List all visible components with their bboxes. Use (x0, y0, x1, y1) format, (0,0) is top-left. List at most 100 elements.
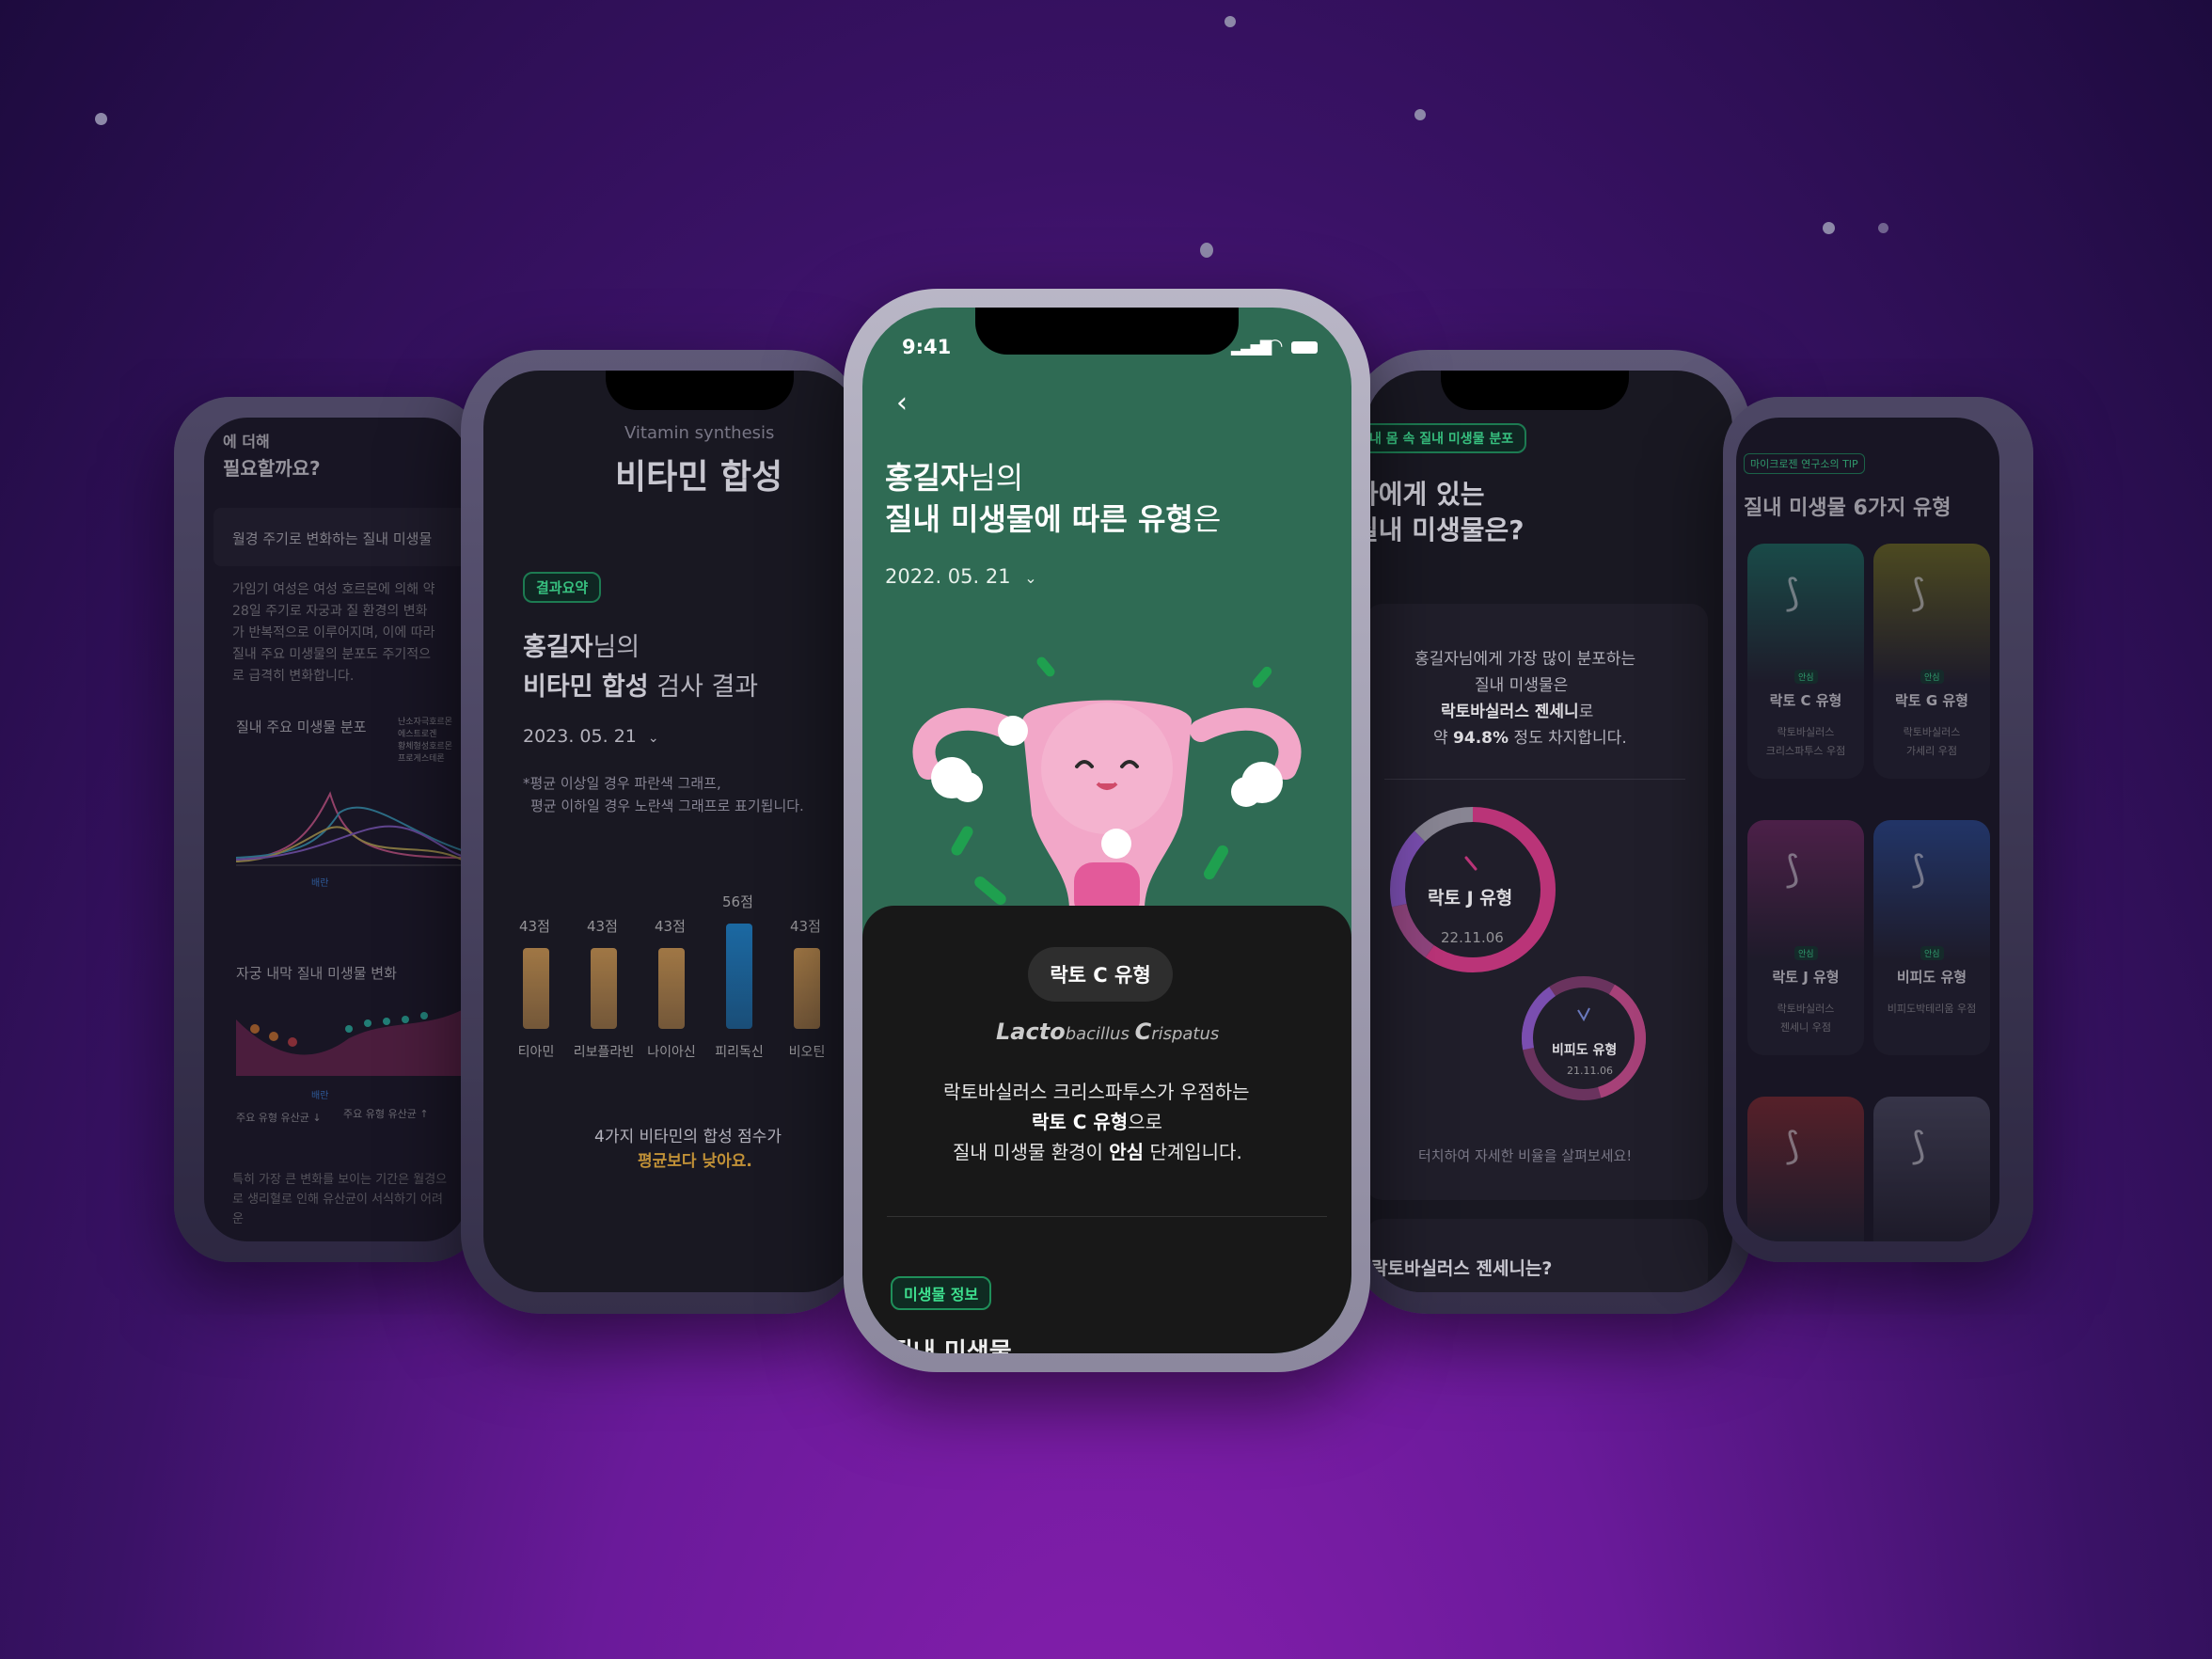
type-card[interactable]: ⟆ 안심락토 J 유형락토바실러스젠세니 우점 (1747, 820, 1864, 1055)
legend-item: 난소자극호르몬 (398, 718, 452, 727)
type-card[interactable]: ⟆ 안심 락토 G 유형 락토바실러스 가세리 우점 (1873, 544, 1990, 779)
left-user-line: 홍길자님의 (523, 626, 640, 663)
left-user-suffix: 님의 (592, 633, 640, 662)
right-divider (1384, 779, 1685, 780)
type-card-desc: 락토바실러스 (1903, 726, 1961, 738)
type-card[interactable]: ⟆ 안심 락토 C 유형 락토바실러스 크리스파투스 우점 (1747, 544, 1864, 779)
far-left-chart1-x-label: 배란 (311, 878, 329, 889)
scientific-c: C (1134, 1019, 1152, 1045)
center-user-suffix: 님의 (968, 460, 1024, 496)
microbe-icon: ⟆ (1911, 572, 1926, 615)
chart-category-label: 티아민 (517, 1045, 555, 1060)
microbe-icon: ⟆ (1785, 572, 1800, 615)
far-left-chart2-title: 자궁 내막 질내 미생물 변화 (236, 965, 397, 982)
uterus-character-illustration (912, 656, 1302, 909)
type-card-title: 락토 C 유형 (1769, 692, 1842, 709)
far-left-screen: 에 더해 필요할까요? 월경 주기로 변화하는 질내 미생물 가임기 여성은 여… (204, 418, 467, 1241)
type-card-tag: 안심 (1794, 946, 1818, 960)
left-result-bold: 비타민 합성 (523, 672, 649, 702)
right-screen: 내 몸 속 질내 미생물 분포 나에게 있는 질내 미생물은? 홍길자님에게 가… (1366, 371, 1732, 1292)
wifi-icon: ◠ (1267, 334, 1284, 356)
type-card-title: 락토 G 유형 (1895, 692, 1968, 709)
right-hint: 터치하여 자세한 비율을 살펴보세요! (1418, 1147, 1633, 1164)
type-card-tag: 안심 (1920, 946, 1944, 960)
background-star (1878, 223, 1888, 233)
left-date-selector[interactable]: 2023. 05. 21 ⌄ (523, 726, 659, 747)
background-star (1823, 222, 1835, 234)
chart-bar (591, 948, 617, 1029)
desc-line-3: 질내 미생물 환경이 안심 단계입니다. (953, 1137, 1242, 1164)
far-left-legend-up: 주요 유형 유산균 ↑ (343, 1108, 429, 1120)
far-left-chart1-legend: 난소자극호르몬 에스트로겐 황체형성호르몬 프로게스테론 (398, 717, 452, 766)
type-card-title: 락토 J 유형 (1772, 969, 1840, 986)
desc-line-2: 락토 C 유형으로 (1032, 1107, 1162, 1134)
center-title-line: 질내 미생물에 따른 유형은 (885, 496, 1221, 539)
center-divider (887, 1216, 1327, 1217)
center-date: 2022. 05. 21 (885, 565, 1011, 588)
type-card-desc: 젠세니 우점 (1779, 1021, 1832, 1034)
microbe-icon: ⟆ (1911, 848, 1926, 892)
scientific-bacillus: bacillus (1065, 1024, 1135, 1044)
chart-value-label: 43점 (519, 918, 550, 935)
center-title-suffix: 은 (1193, 501, 1222, 537)
right-desc-2: 질내 미생물은 (1475, 676, 1569, 695)
left-note-2: 평균 이하일 경우 노란색 그래프로 표기됩니다. (530, 798, 804, 814)
center-cutoff-text: 질내 미생물 (891, 1338, 1012, 1353)
left-date: 2023. 05. 21 (523, 726, 637, 747)
far-right-phone: 마이크로젠 연구소의 TIP 질내 미생물 6가지 유형 ⟆ 안심 락토 C 유형 락… (1723, 397, 2033, 1262)
type-card-desc: 크리스파투스 우점 (1765, 745, 1846, 757)
donut-chart-bifido[interactable] (1518, 972, 1650, 1104)
chart-category-label: 리보플라빈 (573, 1045, 635, 1060)
result-summary-badge: 결과요약 (523, 572, 602, 603)
far-left-legend-down: 주요 유형 유산균 ↓ (236, 1112, 322, 1124)
right-bottom-heading: 락토바실러스 젠세니는? (1371, 1258, 1553, 1279)
center-user-line: 홍길자님의 (885, 454, 1023, 498)
background-star (1200, 243, 1213, 258)
right-desc-4-prefix: 약 (1433, 729, 1454, 748)
type-card[interactable]: ⟆ (1747, 1097, 1864, 1241)
far-right-tag: 마이크로젠 연구소의 TIP (1744, 453, 1865, 474)
chevron-down-icon: ⌄ (1024, 569, 1037, 587)
back-arrow-icon[interactable]: ‹ (896, 387, 908, 419)
legend-item: 프로게스테론 (398, 754, 445, 764)
desc-line-3-suffix: 단계입니다. (1144, 1141, 1242, 1163)
right-notch (1441, 371, 1629, 410)
far-right-screen: 마이크로젠 연구소의 TIP 질내 미생물 6가지 유형 ⟆ 안심 락토 C 유형 락… (1736, 418, 1999, 1241)
far-left-section-title: 월경 주기로 변화하는 질내 미생물 (232, 530, 433, 547)
battery-icon (1291, 341, 1318, 354)
chart-value-label: 43점 (655, 918, 686, 935)
far-left-heading-partial: 에 더해 (223, 433, 270, 450)
left-user-name: 홍길자 (523, 633, 593, 662)
microbe-info-badge: 미생물 정보 (891, 1276, 992, 1310)
type-card-desc: 락토바실러스 (1777, 1003, 1835, 1015)
left-title: 비타민 합성 (615, 458, 783, 497)
right-desc-4: 약 94.8% 정도 차지합니다. (1433, 724, 1627, 748)
right-desc-1: 홍길자님에게 가장 많이 분포하는 (1414, 650, 1636, 669)
far-right-heading: 질내 미생물 6가지 유형 (1744, 497, 1951, 520)
desc-line-3-prefix: 질내 미생물 환경이 (953, 1141, 1110, 1163)
microbe-icon: ⟆ (1785, 1125, 1800, 1168)
donut2-label: 비피도 유형 (1552, 1043, 1618, 1058)
left-summary-2: 평균보다 낮아요. (638, 1152, 752, 1171)
right-desc-3-suffix: 로 (1578, 703, 1594, 721)
microbe-icon: ⟆ (1785, 848, 1800, 892)
left-screen: Vitamin synthesis 비타민 합성 결과요약 홍길자님의 비타민 … (483, 371, 860, 1292)
desc-line-1: 락토바실러스 크리스파투스가 우점하는 (943, 1081, 1250, 1103)
donut1-label: 락토 J 유형 (1428, 888, 1513, 908)
type-card-desc: 락토바실러스 (1777, 726, 1835, 738)
left-result-rest: 검사 결과 (648, 672, 759, 702)
microbe-icon: ⟆ (1911, 1125, 1926, 1168)
desc-bold: 락토 C 유형 (1032, 1111, 1129, 1133)
type-card[interactable]: ⟆ 안심 비피도 유형 비피도박테리움 우점 (1873, 820, 1990, 1055)
type-card-desc: 가세리 우점 (1905, 745, 1958, 757)
type-card-desc: 비피도박테리움 우점 (1887, 1003, 1977, 1015)
type-badge: 락토 C 유형 (1028, 947, 1173, 1002)
center-date-selector[interactable]: 2022. 05. 21 ⌄ (885, 565, 1037, 588)
type-card[interactable]: ⟆ (1873, 1097, 1990, 1241)
donut2-date: 21.11.06 (1567, 1065, 1613, 1077)
left-result-line: 비타민 합성 검사 결과 (523, 666, 758, 703)
chevron-down-icon: ⌄ (647, 731, 659, 746)
vitamin-bar-chart: 43점 티아민 43점 리보플라빈 43점 나이아신 56점 피리독신 43점 비오틴 (502, 860, 860, 1066)
center-title-bold: 질내 미생물에 따른 유형 (885, 501, 1193, 537)
far-left-phone: 에 더해 필요할까요? 월경 주기로 변화하는 질내 미생물 가임기 여성은 여… (174, 397, 484, 1262)
